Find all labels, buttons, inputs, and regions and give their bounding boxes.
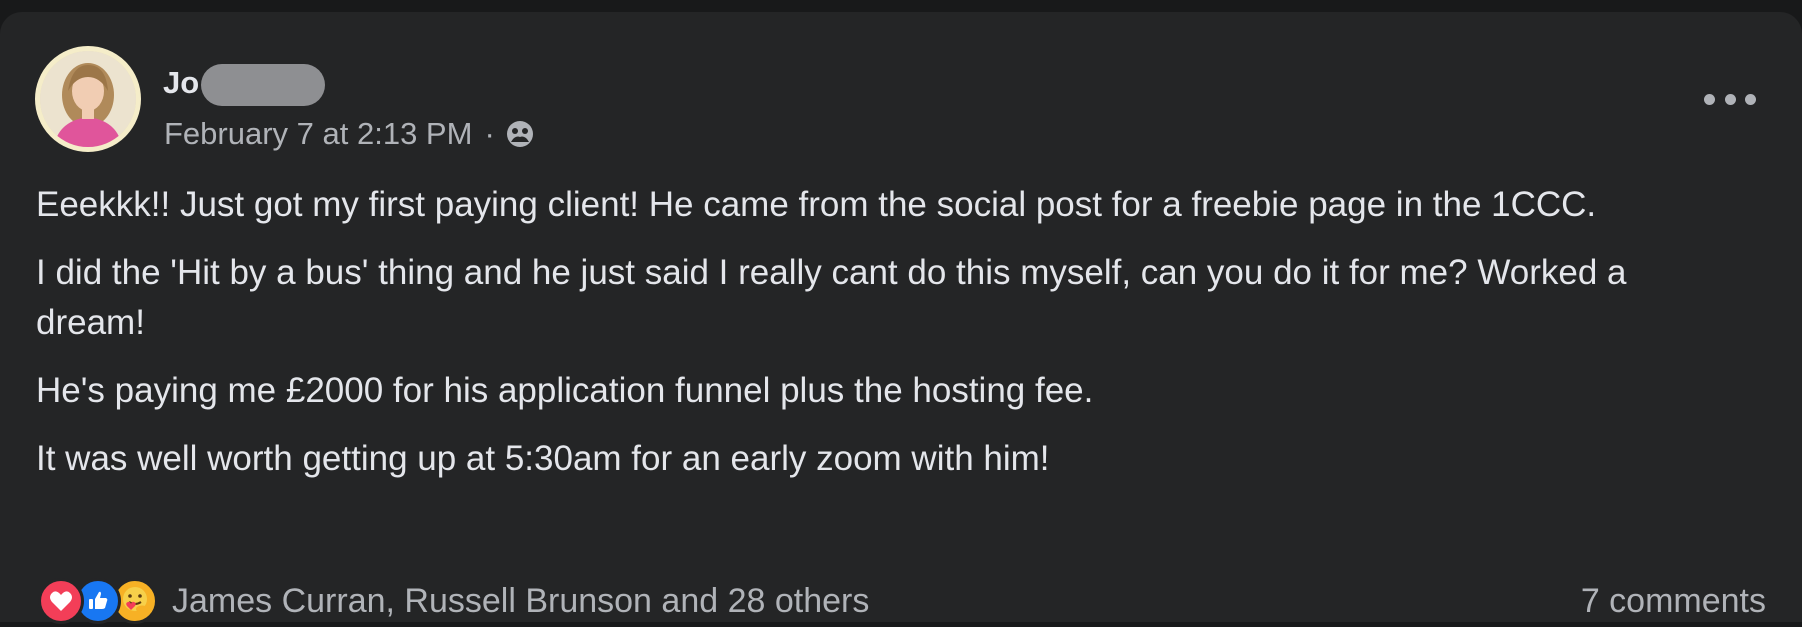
group-icon <box>505 119 535 149</box>
profile-photo <box>40 51 136 147</box>
author-name[interactable]: Jo <box>163 65 199 101</box>
more-options-icon[interactable] <box>1704 84 1756 114</box>
avatar[interactable] <box>35 46 141 152</box>
post-card: Jo February 7 at 2:13 PM · Eeekkk!! Just… <box>0 12 1802 624</box>
meta-separator: · <box>484 116 495 151</box>
post-paragraph: It was well worth getting up at 5:30am f… <box>36 439 1050 478</box>
dot <box>1724 93 1736 105</box>
post-timestamp[interactable]: February 7 at 2:13 PM <box>164 116 472 152</box>
post-body: Eeekkk!! Just got my first paying client… <box>36 180 1736 502</box>
dot <box>1745 93 1756 105</box>
love-icon <box>38 578 84 624</box>
post-meta: February 7 at 2:13 PM · <box>164 116 535 152</box>
post-paragraph: Eeekkk!! Just got my first paying client… <box>36 185 1597 224</box>
author-row: Jo <box>163 60 326 106</box>
comments-count[interactable]: 7 comments <box>1581 582 1766 621</box>
reactions-summary[interactable]: James Curran, Russell Brunson and 28 oth… <box>172 582 869 621</box>
reaction-icons[interactable] <box>38 578 158 624</box>
post-paragraph: I did the 'Hit by a bus' thing and he ju… <box>36 253 1627 342</box>
name-redaction <box>201 64 326 106</box>
post-footer: James Curran, Russell Brunson and 28 oth… <box>38 575 1766 627</box>
dot <box>1704 93 1715 105</box>
post-paragraph: He's paying me £2000 for his application… <box>36 371 1094 410</box>
